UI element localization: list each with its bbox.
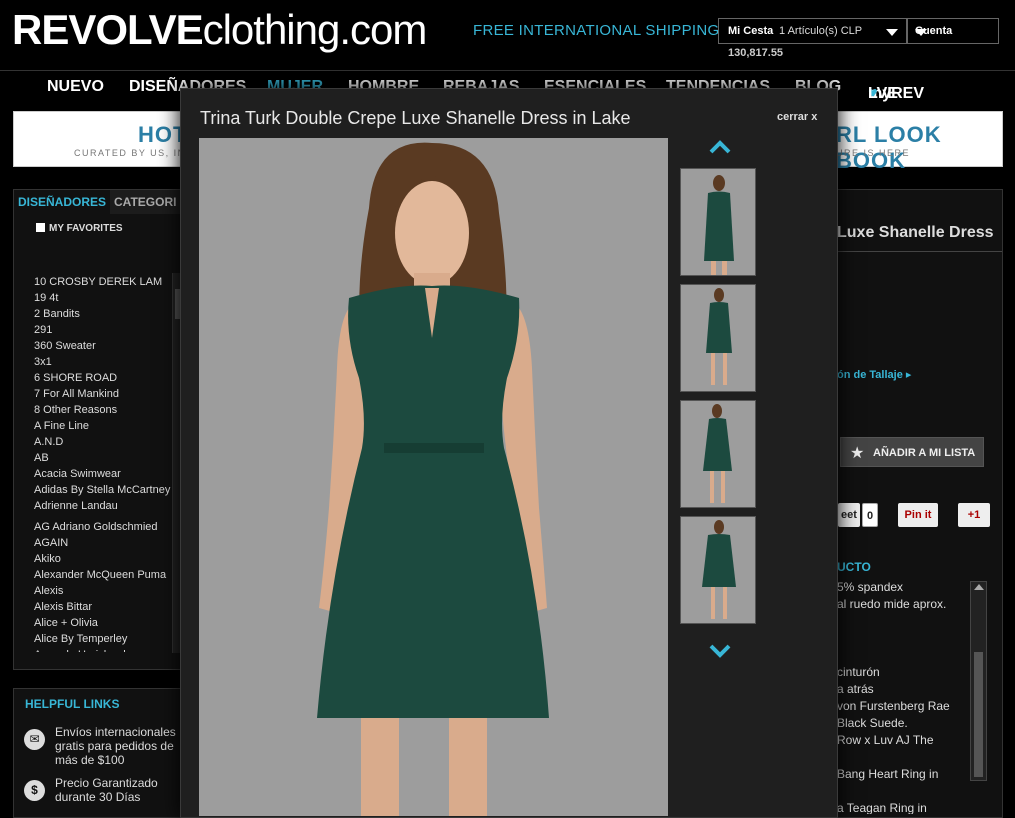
designer-list-item[interactable]: Alexis Bittar <box>34 599 184 615</box>
thumbnail-1[interactable] <box>680 168 756 276</box>
link-free-shipping-text: Envíos internacionales gratis para pedid… <box>55 725 176 767</box>
chevron-up-icon[interactable] <box>709 139 731 155</box>
designer-list-item[interactable]: Amanda Uprichard <box>34 647 184 652</box>
cart-label: Mi Cesta <box>728 25 774 37</box>
star-icon: ★ <box>850 445 865 462</box>
tweet-button[interactable]: eet <box>838 503 860 527</box>
nav-item-nuevo[interactable]: NUEVO <box>47 78 104 96</box>
product-image-modal: Trina Turk Double Crepe Luxe Shanelle Dr… <box>180 88 838 818</box>
add-to-wishlist-button[interactable]: ★ AÑADIR A MI LISTA <box>840 437 984 467</box>
helpful-links-panel: HELPFUL LINKS ✉ Envíos internacionales g… <box>13 688 185 818</box>
description-line <box>837 749 972 766</box>
designer-list-item[interactable]: A.N.D <box>34 434 184 450</box>
thumbnail-image <box>681 517 755 623</box>
product-description: 5% spandex al ruedo mide aprox. cinturón a … <box>837 579 972 814</box>
designer-list-item[interactable]: AB <box>34 450 184 466</box>
designer-list-item[interactable]: Alice + Olivia <box>34 615 184 631</box>
designer-list-item[interactable]: A Fine Line <box>34 418 184 434</box>
free-shipping-banner[interactable]: FREE INTERNATIONAL SHIPPING <box>473 22 719 39</box>
designer-list-item[interactable]: AG Adriano Goldschmied <box>34 519 184 535</box>
tab-designers[interactable]: DISEÑADORES <box>14 190 112 214</box>
product-details-title: UCTO <box>837 560 871 574</box>
description-line: a atrás <box>837 682 874 696</box>
description-line <box>837 647 972 664</box>
myrevolve-suffix: LVE <box>868 85 898 102</box>
divider <box>837 251 1002 252</box>
designer-list: 10 CROSBY DEREK LAM 19 4t 2 Bandits 291 360 … <box>34 274 184 652</box>
thumbnail-2[interactable] <box>680 284 756 392</box>
product-title: Luxe Shanelle Dress <box>837 224 994 241</box>
description-line: a Teagan Ring in <box>837 801 927 814</box>
add-to-wishlist-label: AÑADIR A MI LISTA <box>873 447 976 459</box>
designer-list-item[interactable]: 360 Sweater <box>34 338 184 354</box>
designer-list-item[interactable]: Adidas By Stella McCartney <box>34 482 184 498</box>
logo-light: clothing.com <box>202 6 428 53</box>
description-line <box>837 783 972 800</box>
thumbnail-image <box>681 285 755 391</box>
scrollbar-thumb[interactable] <box>974 652 983 777</box>
designer-list-item[interactable]: 7 For All Mankind <box>34 386 184 402</box>
designer-list-item[interactable]: 10 CROSBY DEREK LAM <box>34 274 184 290</box>
site-logo[interactable]: REVOLVEclothing.com <box>12 6 428 53</box>
chevron-down-icon[interactable] <box>709 643 731 659</box>
account-dropdown[interactable]: Cuenta <box>907 18 999 44</box>
helpful-links-title: HELPFUL LINKS <box>25 697 120 711</box>
description-line <box>837 630 972 647</box>
designer-list-item[interactable]: Akiko <box>34 551 184 567</box>
designer-filter-panel: DISEÑADORES CATEGORI MY FAVORITES 10 CRO… <box>13 189 185 670</box>
thumbnail-image <box>681 169 755 275</box>
tweet-count: 0 <box>862 503 878 527</box>
pinterest-button[interactable]: Pin it <box>898 503 938 527</box>
designer-list-item[interactable]: 291 <box>34 322 184 338</box>
dollar-icon: $ <box>24 780 45 801</box>
description-scrollbar[interactable] <box>970 581 987 781</box>
description-line: cinturón <box>837 665 880 679</box>
chevron-down-icon <box>886 29 898 36</box>
banner-left-subtitle: CURATED BY US, IN <box>74 148 186 158</box>
tab-categories[interactable]: CATEGORI <box>110 190 181 214</box>
designer-list-item[interactable]: Alexander McQueen Puma <box>34 567 184 583</box>
thumbnail-image <box>681 401 755 507</box>
chevron-down-icon <box>915 29 927 36</box>
size-guide-link[interactable]: ón de Tallaje ▸ <box>837 368 911 381</box>
designer-list-item[interactable]: 19 4t <box>34 290 184 306</box>
thumbnail-4[interactable] <box>680 516 756 624</box>
description-line: von Furstenberg Rae <box>837 699 950 713</box>
logo-bold: REVOLVE <box>12 6 204 53</box>
checkbox-icon <box>36 223 45 232</box>
description-line: Row x Luv AJ The <box>837 733 934 747</box>
main-product-image[interactable] <box>199 138 668 816</box>
envelope-icon: ✉ <box>24 729 45 750</box>
description-line: Bang Heart Ring in <box>837 767 939 781</box>
google-plus-button[interactable]: +1 <box>958 503 990 527</box>
cart-items: 1 Artículo(s) CLP <box>779 25 863 37</box>
designer-list-item[interactable]: Acacia Swimwear <box>34 466 184 482</box>
designer-list-item[interactable]: AGAIN <box>34 535 184 551</box>
thumbnail-3[interactable] <box>680 400 756 508</box>
close-modal-button[interactable]: cerrar x <box>777 111 817 123</box>
designer-list-item[interactable]: Adrienne Landau <box>34 498 184 514</box>
designer-list-item[interactable]: Alexis <box>34 583 184 599</box>
cart-dropdown[interactable]: Mi Cesta 1 Artículo(s) CLP <box>718 18 907 44</box>
description-line: 5% spandex <box>837 580 904 594</box>
designer-list-item[interactable]: 3x1 <box>34 354 184 370</box>
modal-title: Trina Turk Double Crepe Luxe Shanelle Dr… <box>200 108 631 128</box>
description-line: Black Suede. <box>837 716 908 730</box>
scroll-up-icon[interactable] <box>974 584 984 590</box>
description-line: al ruedo mide aprox. <box>837 597 947 611</box>
my-favorites-label: MY FAVORITES <box>49 223 123 234</box>
my-favorites-checkbox[interactable]: MY FAVORITES <box>36 223 123 234</box>
model-photo <box>199 138 668 816</box>
description-line <box>837 613 972 630</box>
banner-right-subtitle: URE IS HERE <box>836 148 911 158</box>
designer-list-item[interactable]: 8 Other Reasons <box>34 402 184 418</box>
designer-list-item[interactable]: Alice By Temperley <box>34 631 184 647</box>
designer-list-item[interactable]: 2 Bandits <box>34 306 184 322</box>
link-price-guarantee-text: Precio Garantizado durante 30 Días <box>55 776 158 804</box>
designer-list-item[interactable]: 6 SHORE ROAD <box>34 370 184 386</box>
cart-amount: 130,817.55 <box>728 47 784 59</box>
